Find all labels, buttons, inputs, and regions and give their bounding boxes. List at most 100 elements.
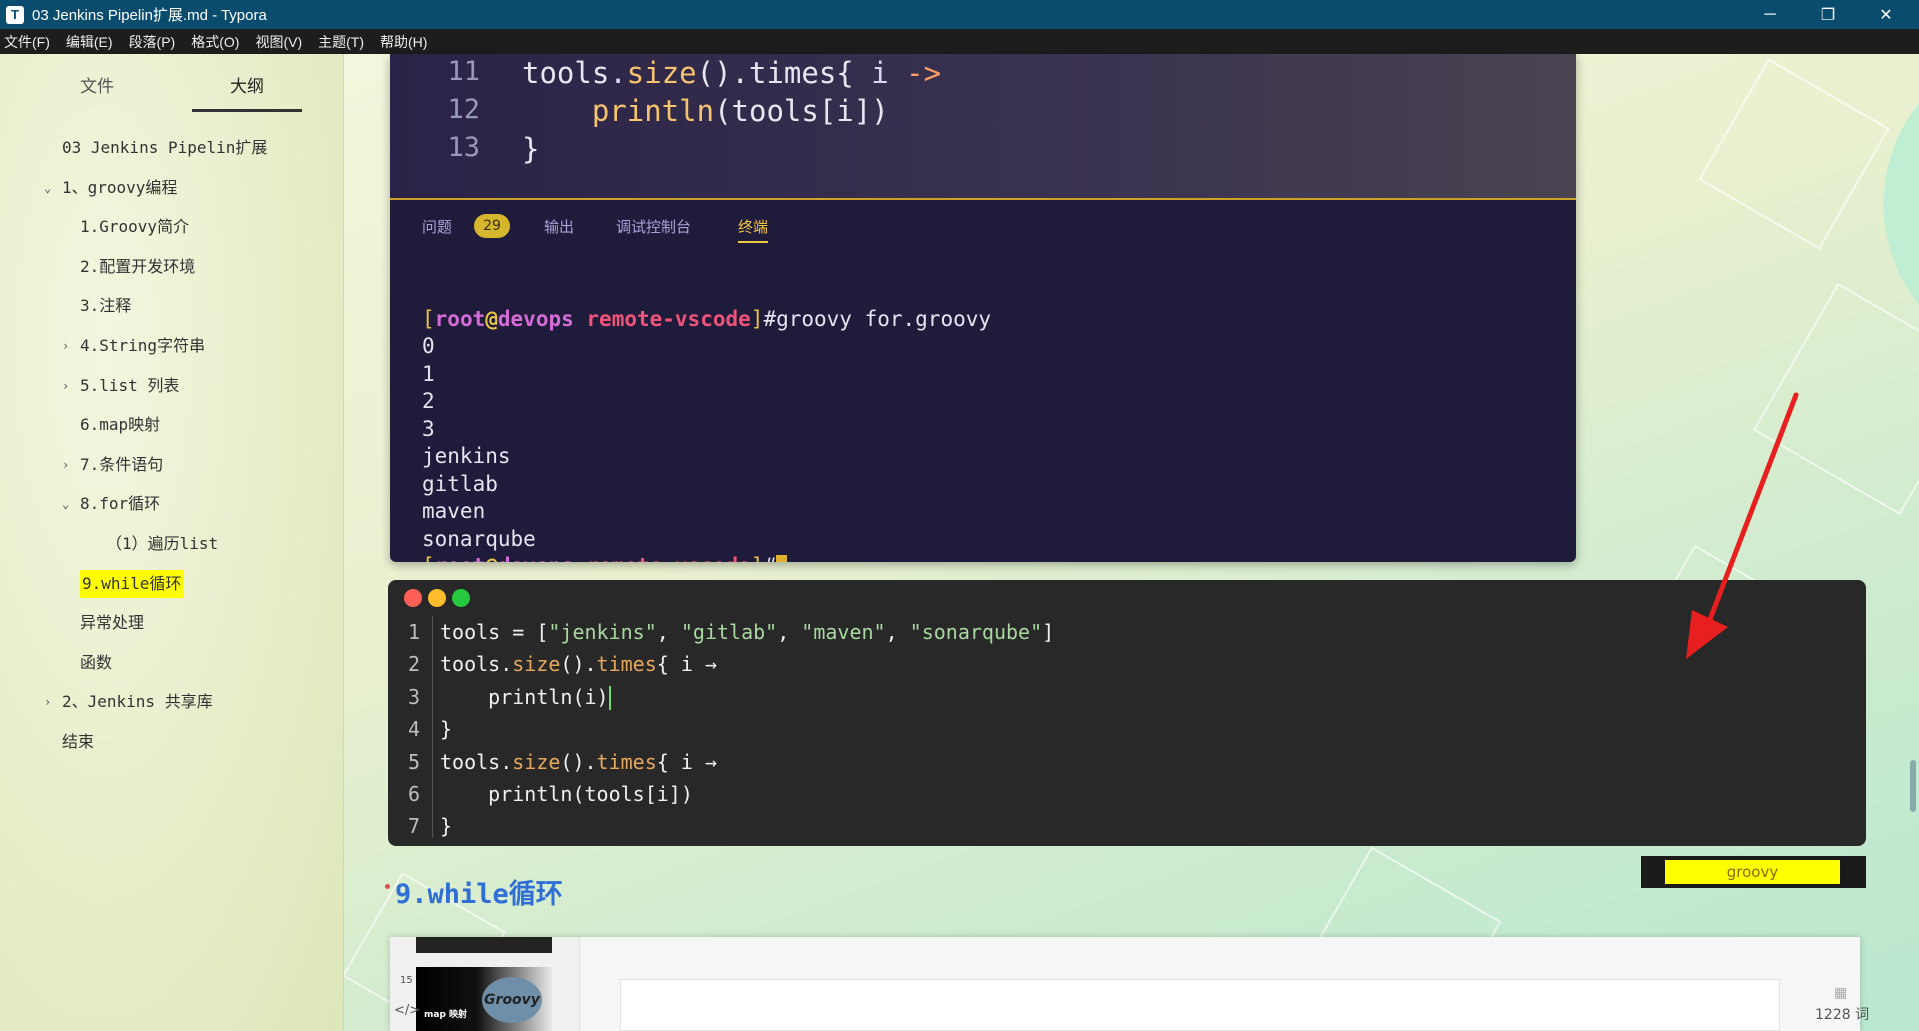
code-text[interactable]: } <box>440 713 452 745</box>
code-text[interactable]: tools.size().times{ i → <box>440 746 717 778</box>
slide-thumbnail <box>416 937 552 953</box>
heading-text: 9.while循环 <box>395 879 563 910</box>
close-button[interactable]: ✕ <box>1857 0 1915 29</box>
outline-item[interactable]: 函数 <box>80 649 112 677</box>
code-text[interactable]: tools = ["jenkins", "gitlab", "maven", "… <box>440 616 1054 648</box>
menu-file[interactable]: 文件(F) <box>4 32 50 52</box>
menu-help[interactable]: 帮助(H) <box>380 32 427 52</box>
terminal-output: [root@devops remote-vscode]#groovy for.g… <box>422 278 991 562</box>
terminal-output-line: sonarqube <box>422 526 536 551</box>
outline-item[interactable]: 03 Jenkins Pipelin扩展 <box>62 134 267 162</box>
line-number: 3 <box>407 684 420 709</box>
menu-edit[interactable]: 编辑(E) <box>66 32 113 52</box>
terminal-output-line: 1 <box>422 361 435 386</box>
menu-view[interactable]: 视图(V) <box>255 32 302 52</box>
chevron-right-icon[interactable]: › <box>62 372 69 400</box>
outline-item[interactable]: 9.while循环 <box>80 569 184 598</box>
menu-bar: 文件(F) 编辑(E) 段落(P) 格式(O) 视图(V) 主题(T) 帮助(H… <box>0 29 1919 54</box>
outline-item[interactable]: › 2、Jenkins 共享库 <box>44 688 213 716</box>
outline-item-label: 03 Jenkins Pipelin扩展 <box>62 138 268 157</box>
line-number: 7 <box>407 814 420 839</box>
outline-item[interactable]: ⌄ 1、groovy编程 <box>44 174 178 202</box>
sidebar: 文件 大纲 03 Jenkins Pipelin扩展 ⌄ 1、groovy编程 1.G… <box>0 54 344 1031</box>
outline-item[interactable]: （1）遍历list <box>106 530 218 558</box>
outline-item[interactable]: › 4.String字符串 <box>62 332 205 360</box>
outline-item[interactable]: › 7.条件语句 <box>62 451 164 479</box>
code-text[interactable]: println(tools[i]) <box>440 778 693 810</box>
word-count[interactable]: 1228 词 <box>1815 1004 1869 1024</box>
terminal-output-line: 2 <box>422 389 435 413</box>
line-number: 6 <box>407 782 420 806</box>
panel-tabs: 问题 29 输出 调试控制台 终端 <box>390 200 1576 250</box>
line-number: 1 <box>407 620 420 644</box>
outline-item[interactable]: 2.配置开发环境 <box>80 253 195 281</box>
title-bar: T 03 Jenkins Pipelin扩展.md - Typora ─ ❐ ✕ <box>0 0 1919 29</box>
terminal-output-line: 3 <box>422 416 435 441</box>
line-number: 11 <box>447 56 480 87</box>
menu-theme[interactable]: 主题(T) <box>318 32 364 52</box>
outline-item-label: 结束 <box>62 732 95 751</box>
background-hexagon <box>1698 58 1890 250</box>
line-number: 13 <box>447 132 480 163</box>
chevron-right-icon[interactable]: › <box>62 451 69 479</box>
outline-item[interactable]: 异常处理 <box>80 609 144 637</box>
outline-item[interactable]: › 5.list 列表 <box>62 372 179 400</box>
outline-item[interactable]: ⌄ 8.for循环 <box>62 490 160 518</box>
outline-item-label: （1）遍历list <box>106 534 219 553</box>
outline-item-label: 1.Groovy简介 <box>80 217 190 237</box>
tab-output: 输出 <box>544 218 575 236</box>
terminal-output-line: 0 <box>422 334 435 358</box>
red-arrow-annotation <box>1686 392 1799 659</box>
code-line: } <box>522 132 540 166</box>
outline-item[interactable]: 6.map映射 <box>80 411 160 439</box>
chevron-right-icon[interactable]: › <box>62 332 69 360</box>
outline-item-label: 1、groovy编程 <box>62 177 178 197</box>
restore-button[interactable]: ❐ <box>1799 0 1857 29</box>
code-text[interactable]: tools.size().times{ i → <box>440 648 717 680</box>
embedded-vscode-screenshot: 11 tools.size().times{ i -> 12 println(t… <box>390 54 1576 562</box>
section-heading[interactable]: 9.while循环 <box>385 872 563 911</box>
chevron-down-icon[interactable]: ⌄ <box>44 174 51 202</box>
tab-problems: 问题 <box>422 218 453 236</box>
minimize-dot-icon <box>428 589 446 607</box>
menu-paragraph[interactable]: 段落(P) <box>129 32 176 52</box>
tab-outline[interactable]: 大纲 <box>192 72 302 112</box>
code-block[interactable]: 1 tools = ["jenkins", "gitlab", "maven", … <box>388 580 1866 846</box>
slide-page <box>620 979 1780 1031</box>
groovy-logo: Groovy <box>482 977 542 1023</box>
outline-item[interactable]: 1.Groovy简介 <box>80 213 189 241</box>
outline-item[interactable]: 3.注释 <box>80 292 131 320</box>
outline-item-label: 2.配置开发环境 <box>80 256 196 276</box>
window-title: 03 Jenkins Pipelin扩展.md - Typora <box>32 7 267 24</box>
outline-item-label: 异常处理 <box>80 613 145 633</box>
close-dot-icon <box>404 589 422 607</box>
code-text[interactable]: println(i) <box>440 681 611 713</box>
tab-files[interactable]: 文件 <box>42 72 152 112</box>
code-text[interactable]: } <box>440 810 452 842</box>
slide-thumbnail: map 映射 Groovy <box>416 967 552 1031</box>
heading-marker-icon <box>385 884 390 889</box>
code-line: tools.size().times{ i -> <box>522 56 942 90</box>
outline-item-label: 7.条件语句 <box>80 454 164 474</box>
terminal-command: #groovy for.groovy <box>763 306 992 331</box>
problems-count-badge: 29 <box>474 214 510 238</box>
editor-pane: 11 tools.size().times{ i -> 12 println(t… <box>390 54 1576 198</box>
terminal-output-line: gitlab <box>422 471 498 496</box>
slide-thumbnail-panel: 15 map 映射 Groovy </> <box>390 937 580 1031</box>
minimize-button[interactable]: ─ <box>1741 0 1799 29</box>
chevron-right-icon[interactable]: › <box>44 688 51 716</box>
code-language-input[interactable]: groovy <box>1665 860 1840 884</box>
sidebar-tabs: 文件 大纲 <box>0 72 344 112</box>
outline-item-label: 3.注释 <box>80 296 132 316</box>
typora-app-icon: T <box>6 5 24 24</box>
line-number: 5 <box>407 749 420 774</box>
line-number: 2 <box>407 652 420 677</box>
scrollbar-thumb[interactable] <box>1910 760 1916 812</box>
line-number-separator <box>432 616 433 838</box>
outline-item-label: 6.map映射 <box>80 415 161 435</box>
chevron-down-icon[interactable]: ⌄ <box>62 490 69 518</box>
code-language-selector[interactable]: groovy <box>1641 856 1866 888</box>
outline-item-label: 9.while循环 <box>82 573 182 593</box>
outline-item[interactable]: 结束 <box>62 728 94 756</box>
menu-format[interactable]: 格式(O) <box>191 32 239 52</box>
